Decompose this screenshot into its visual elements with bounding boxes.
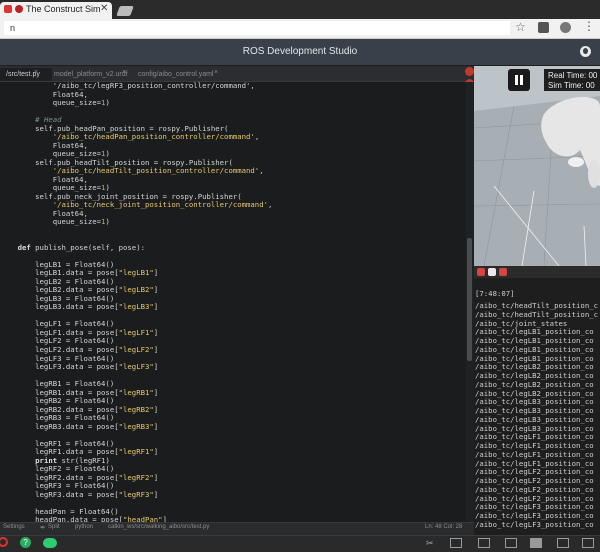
log-line: /aibo_tc/joint_states — [475, 318, 568, 328]
copy-log-icon[interactable] — [488, 268, 496, 276]
window-icon-2[interactable] — [505, 538, 517, 548]
log-line: /aibo_tc/legLF3_position_co — [475, 519, 594, 529]
log-line: /aibo_tc/legLB1_position_co — [475, 327, 594, 337]
log-timestamp: [7:48:07] — [475, 289, 515, 298]
log-line: /aibo_tc/headTilt_position_c — [475, 309, 599, 319]
url-input[interactable]: n — [4, 21, 510, 35]
real-time-label: Real Time: 00 — [548, 71, 598, 80]
window-icon-4[interactable] — [557, 538, 569, 548]
pause-button[interactable] — [508, 69, 530, 91]
log-line: /aibo_tc/legLB2_position_co — [475, 362, 594, 372]
log-line: /aibo_tc/legLF3_position_co — [475, 502, 594, 512]
close-tab-icon[interactable]: ✕ — [100, 3, 108, 14]
log-line: /aibo_tc/legLB3_position_co — [475, 414, 594, 424]
split-button[interactable]: Split — [48, 524, 60, 530]
close-tab-icon[interactable]: × — [34, 69, 38, 76]
simulation-scene — [474, 66, 600, 266]
close-panel-icon[interactable] — [465, 67, 474, 76]
log-line: /aibo_tc/legLB3_position_co — [475, 423, 594, 433]
language-mode[interactable]: python — [75, 524, 93, 530]
extension-icon-2[interactable] — [560, 22, 571, 33]
log-line: /aibo_tc/legLB1_position_co — [475, 344, 594, 354]
settings-button[interactable]: Settings — [3, 524, 25, 530]
window-icon-5[interactable] — [582, 538, 594, 548]
clear-log-icon[interactable] — [477, 268, 485, 276]
cursor-position: Ln: 48 Col: 28 — [425, 524, 463, 530]
window-icon-1[interactable] — [478, 538, 490, 548]
close-tab-icon[interactable]: × — [214, 69, 218, 76]
log-line: /aibo_tc/headTilt_position_c — [475, 301, 599, 310]
log-line: /aibo_tc/legLB2_position_co — [475, 379, 594, 389]
log-line: /aibo_tc/legLF2_position_co — [475, 467, 594, 477]
grid-icon[interactable] — [450, 538, 462, 548]
log-line: /aibo_tc/legLF1_position_co — [475, 432, 594, 442]
log-line: /aibo_tc/legLF1_position_co — [475, 441, 594, 450]
browser-menu-icon[interactable]: ⋮ — [583, 19, 595, 33]
app-title: ROS Development Studio — [242, 46, 358, 57]
log-line: /aibo_tc/legLB1_position_co — [475, 336, 594, 345]
split-icon[interactable]: ⇹ — [40, 524, 45, 531]
log-line: /aibo_tc/legLB3_position_co — [475, 406, 594, 415]
help-icon[interactable]: ? — [20, 537, 31, 548]
editor-tab-yaml[interactable]: config/aibo_control.yaml — [132, 68, 234, 81]
log-line: /aibo_tc/legLB2_position_co — [475, 371, 594, 380]
close-tab-icon[interactable]: × — [122, 69, 126, 76]
favicon-icon — [4, 5, 12, 13]
code-content[interactable]: '/aibo_tc/legRF3_position_controller/com… — [0, 82, 466, 525]
close-log-icon[interactable] — [499, 268, 507, 276]
log-line: /aibo_tc/legLF1_position_co — [475, 449, 594, 459]
editor-scroll-thumb[interactable] — [467, 238, 472, 361]
chat-icon[interactable] — [43, 538, 57, 548]
log-line: /aibo_tc/legLB2_position_co — [475, 388, 594, 398]
log-line: /aibo_tc/legLF2_position_co — [475, 476, 594, 485]
extension-icon[interactable] — [538, 22, 549, 33]
construct-logo-icon — [15, 5, 23, 13]
window-icon-3[interactable] — [530, 538, 542, 548]
simulation-viewport[interactable] — [474, 66, 600, 266]
log-line: /aibo_tc/legLB3_position_co — [475, 397, 594, 407]
scissors-icon[interactable]: ✂ — [426, 538, 434, 549]
editor-status-bar — [0, 522, 474, 535]
log-line: /aibo_tc/legLF2_position_co — [475, 493, 594, 503]
editor-tab-test-py[interactable]: /src/test.py — [0, 68, 52, 81]
browser-tab-title: The Construct Sim — [26, 4, 101, 14]
bookmark-star-icon[interactable]: ☆ — [515, 20, 526, 34]
log-line: /aibo_tc/legLB1_position_co — [475, 353, 594, 363]
log-line: /aibo_tc/legLF1_position_co — [475, 458, 594, 468]
file-path: catkin_ws/src/walking_aibo/src/test.py — [108, 524, 210, 530]
log-line: /aibo_tc/legLF3_position_co — [475, 511, 594, 520]
log-line: /aibo_tc/legLF2_position_co — [475, 484, 594, 494]
globe-icon[interactable] — [580, 46, 591, 57]
sim-time-label: Sim Time: 00 — [548, 81, 595, 90]
